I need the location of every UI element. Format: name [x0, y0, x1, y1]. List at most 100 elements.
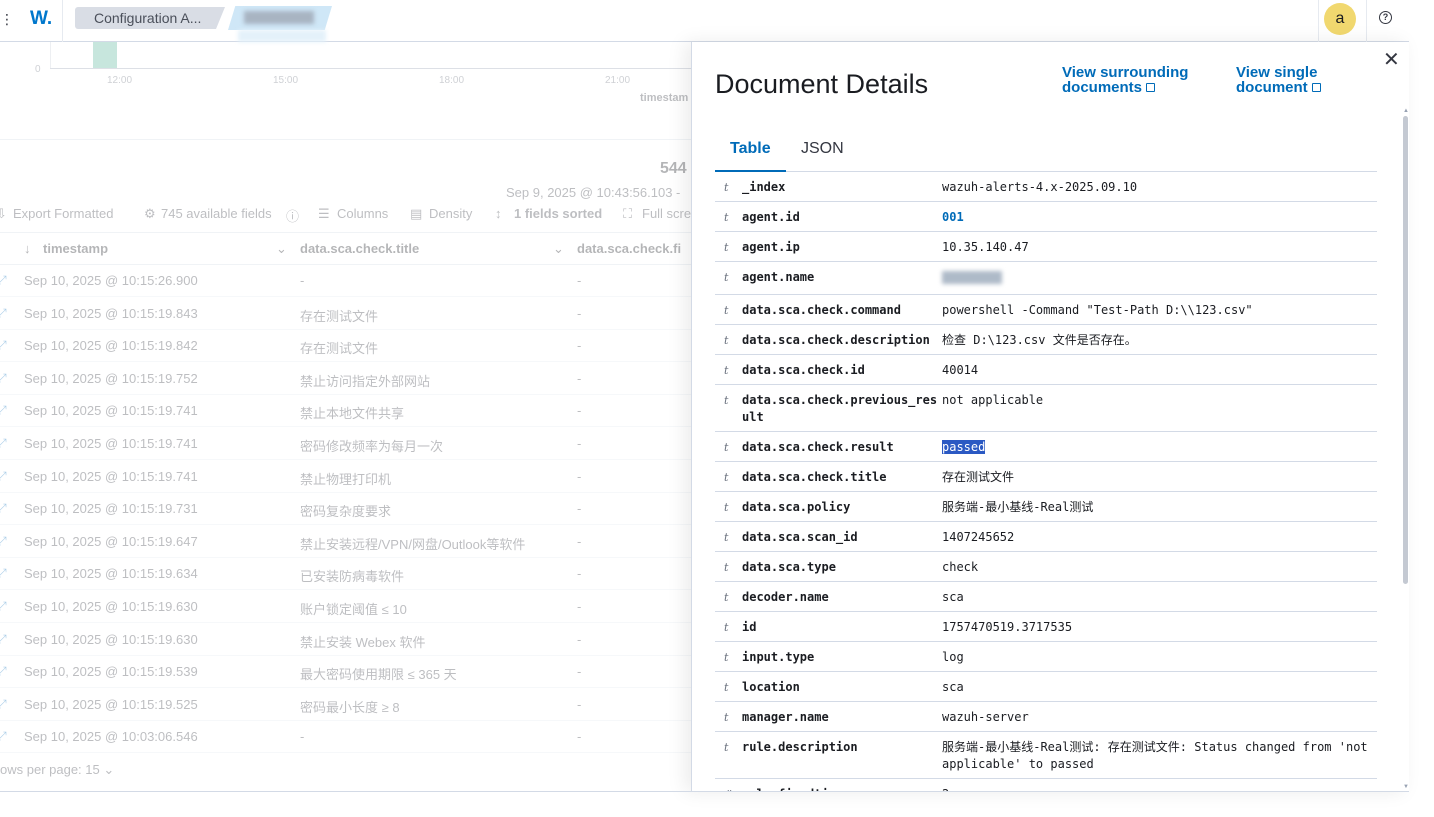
field-name: data.sca.policy	[742, 500, 851, 514]
histogram-y-axis	[50, 42, 51, 69]
field-type-icon: t	[724, 591, 729, 604]
field-row: t data.sca.check.id 40014	[715, 355, 1377, 385]
expand-icon[interactable]: ⤢	[0, 306, 7, 321]
expand-icon[interactable]: ⤢	[0, 469, 7, 484]
tab-json[interactable]: JSON	[787, 140, 858, 172]
export-icon: ⇩	[0, 206, 7, 221]
expand-icon[interactable]: ⤢	[0, 534, 7, 549]
view-single-document-link[interactable]: View single document	[1236, 65, 1321, 95]
column-header-check-title[interactable]: data.sca.check.title	[300, 241, 419, 256]
help-icon[interactable]: ?	[1379, 11, 1392, 24]
expand-icon[interactable]: ⤢	[0, 436, 7, 451]
histogram-tick: 15:00	[273, 75, 299, 86]
field-row: t data.sca.check.result passed	[715, 432, 1377, 462]
chevron-down-icon[interactable]: ⌄	[553, 241, 564, 257]
breadcrumb-configuration[interactable]: Configuration A...	[75, 7, 225, 29]
expand-icon[interactable]: ⤢	[0, 501, 7, 516]
field-type-icon: t	[724, 621, 729, 634]
field-value: 存在测试文件	[942, 470, 1015, 484]
scroll-down-arrow[interactable]: ▼	[1403, 784, 1409, 790]
field-type-icon: t	[724, 501, 729, 514]
field-name: input.type	[742, 650, 815, 664]
export-formatted-button[interactable]: Export Formatted	[13, 206, 113, 221]
field-row: t manager.name wazuh-server	[715, 702, 1377, 732]
field-type-icon: t	[724, 181, 729, 194]
cell-check-title: 密码复杂度要求	[300, 504, 392, 520]
menu-icon[interactable]: ⋮	[0, 12, 14, 26]
field-type-icon: t	[724, 334, 729, 347]
expand-icon[interactable]: ⤢	[0, 403, 7, 418]
cell-check-file: -	[577, 631, 582, 647]
user-avatar[interactable]: a	[1324, 3, 1356, 35]
redacted-value	[942, 271, 1002, 284]
field-value: 40014	[942, 363, 979, 377]
field-value: 检查 D:\123.csv 文件是否存在。	[942, 333, 1137, 347]
cell-check-file: -	[577, 403, 582, 419]
flyout-scrollbar[interactable]: ▲ ▼	[1403, 108, 1409, 792]
field-row: t input.type log	[715, 642, 1377, 672]
field-row: t rule.description 服务端-最小基线-Real测试: 存在测试文件…	[715, 732, 1377, 779]
expand-icon[interactable]: ⤢	[0, 338, 7, 353]
column-header-timestamp[interactable]: timestamp	[43, 241, 108, 256]
sort-arrow-icon: ↓	[24, 241, 31, 256]
field-name: manager.name	[742, 710, 829, 724]
rows-per-page[interactable]: ows per page: 15 ⌄	[0, 762, 114, 778]
field-name: data.sca.check.title	[742, 470, 887, 484]
expand-icon[interactable]: ⤢	[0, 697, 7, 712]
close-icon[interactable]: ✕	[1383, 50, 1400, 70]
header-divider	[1318, 0, 1319, 42]
field-value: 服务端-最小基线-Real测试: 存在测试文件: Status changed …	[942, 740, 1368, 771]
field-row: t data.sca.check.title 存在测试文件	[715, 462, 1377, 492]
field-value[interactable]: 001	[942, 209, 1370, 226]
scroll-up-arrow[interactable]: ▲	[1403, 108, 1409, 114]
field-name: agent.name	[742, 270, 815, 284]
expand-icon[interactable]: ⤢	[0, 273, 7, 288]
expand-icon[interactable]: ⤢	[0, 632, 7, 647]
expand-icon[interactable]: ⤢	[0, 566, 7, 581]
scrollbar-thumb[interactable]	[1403, 116, 1408, 584]
columns-icon: ☰	[318, 206, 330, 221]
field-name: decoder.name	[742, 590, 829, 604]
fullscreen-button[interactable]: Full scre	[642, 206, 691, 221]
cell-check-file: -	[577, 566, 582, 582]
expand-icon[interactable]: ⤢	[0, 371, 7, 386]
cell-timestamp: Sep 10, 2025 @ 10:15:19.741	[24, 468, 198, 484]
histogram-x-axis	[50, 68, 750, 69]
view-surrounding-documents-link[interactable]: View surrounding documents	[1062, 65, 1188, 95]
histogram-tick: 21:00	[605, 75, 631, 86]
fields-sorted-button[interactable]: 1 fields sorted	[514, 206, 602, 221]
field-value: passed	[942, 440, 986, 454]
field-value: 1407245652	[942, 530, 1015, 544]
expand-icon[interactable]: ⤢	[0, 664, 7, 679]
field-type-icon: t	[724, 441, 729, 454]
columns-button[interactable]: Columns	[337, 206, 388, 221]
field-value: 1757470519.3717535	[942, 620, 1073, 634]
field-type-icon: t	[724, 304, 729, 317]
column-header-check-file[interactable]: data.sca.check.fi	[577, 241, 681, 256]
field-value: 服务端-最小基线-Real测试	[942, 500, 1094, 514]
logo[interactable]: W.	[30, 8, 52, 30]
flyout-title: Document Details	[715, 69, 929, 99]
fullscreen-icon: ⛶	[623, 206, 633, 221]
cell-timestamp: Sep 10, 2025 @ 10:15:26.900	[24, 273, 198, 288]
expand-icon[interactable]: ⤢	[0, 599, 7, 614]
external-link-icon	[1146, 83, 1156, 92]
available-fields-button[interactable]: 745 available fields	[161, 206, 272, 221]
cell-check-title: 账户锁定阈值 ≤ 10	[300, 602, 407, 617]
fields-icon: ⚙	[144, 206, 156, 221]
chevron-down-icon[interactable]: ⌄	[276, 241, 287, 257]
redacted-region	[238, 30, 326, 42]
document-details-flyout: Document Details View surrounding documen…	[691, 42, 1409, 792]
density-button[interactable]: Density	[429, 206, 472, 221]
field-type-icon: t	[724, 531, 729, 544]
field-type-icon: t	[724, 241, 729, 254]
field-row: t id 1757470519.3717535	[715, 612, 1377, 642]
field-row: t decoder.name sca	[715, 582, 1377, 612]
breadcrumb-current-redacted[interactable]	[228, 6, 332, 30]
field-value: 10.35.140.47	[942, 240, 1029, 254]
field-name: data.sca.check.description	[742, 333, 930, 347]
field-type-icon: t	[724, 211, 729, 224]
expand-icon[interactable]: ⤢	[0, 729, 7, 744]
tab-table[interactable]: Table	[715, 140, 786, 172]
field-type-icon: t	[724, 394, 729, 407]
